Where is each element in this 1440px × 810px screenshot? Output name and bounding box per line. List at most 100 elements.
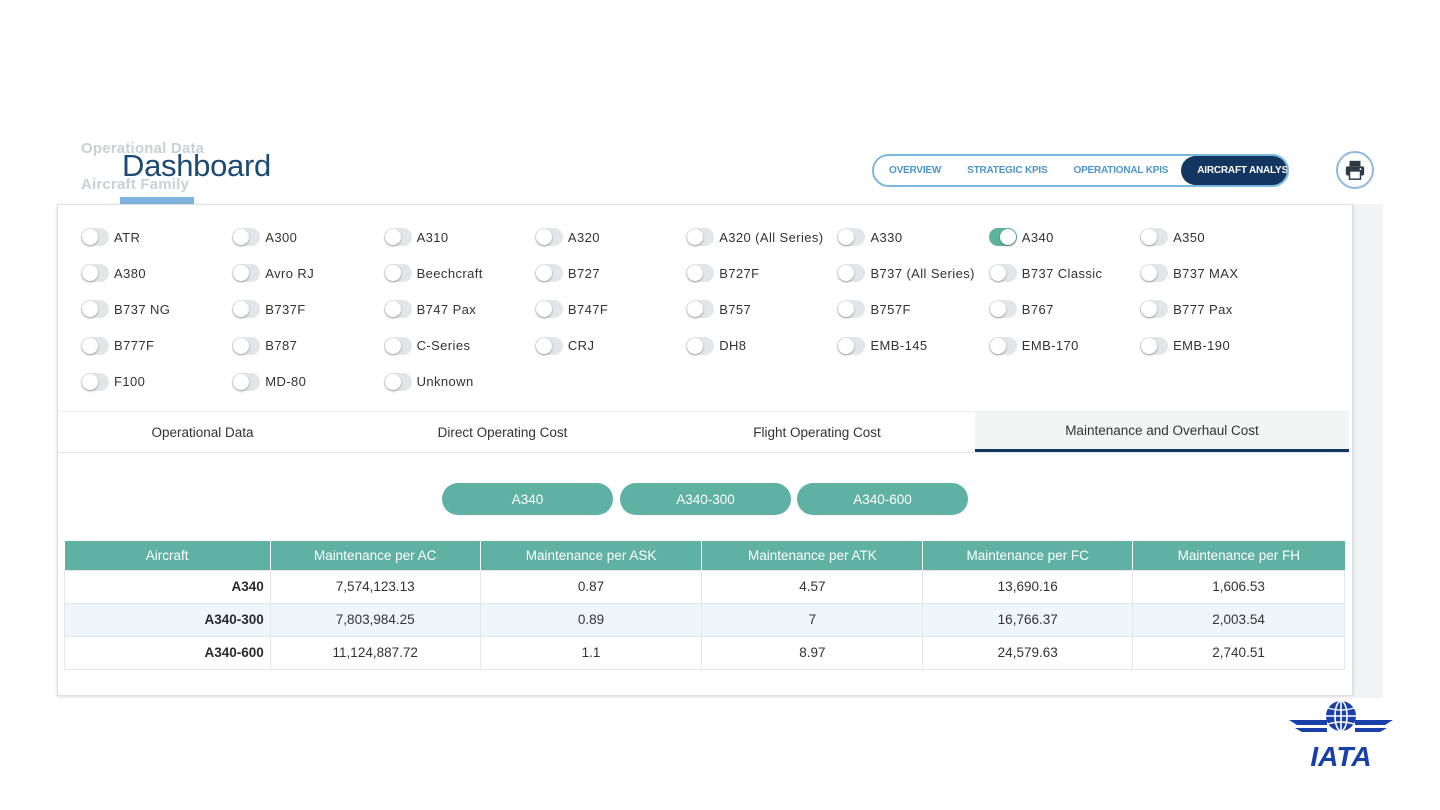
toggle-switch[interactable] [988, 264, 1017, 283]
toggle-switch[interactable] [837, 300, 866, 319]
aircraft-toggle-b767[interactable]: B767 [988, 300, 1140, 319]
column-header[interactable]: Maintenance per ATK [701, 541, 924, 570]
aircraft-toggle-b777f[interactable]: B777F [81, 336, 232, 355]
print-button[interactable] [1336, 151, 1374, 189]
toggle-switch[interactable] [686, 300, 715, 319]
toggle-switch[interactable] [837, 228, 866, 247]
column-header[interactable]: Maintenance per FC [922, 541, 1134, 570]
nav-overview[interactable]: OVERVIEW [874, 156, 954, 185]
scrollbar-track[interactable] [1353, 204, 1383, 698]
toggle-switch[interactable] [534, 336, 563, 355]
aircraft-toggle-b777-pax[interactable]: B777 Pax [1140, 300, 1291, 319]
nav-strategic-kpis[interactable]: STRATEGIC KPIS [954, 156, 1060, 185]
aircraft-toggle-a320-all-series[interactable]: A320 (All Series) [686, 228, 837, 247]
toggle-switch[interactable] [232, 300, 261, 319]
aircraft-toggle-a310[interactable]: A310 [383, 228, 535, 247]
nav-aircraft-analysis[interactable]: AIRCRAFT ANALYSIS [1181, 156, 1287, 185]
variant-button-a340[interactable]: A340 [442, 483, 613, 515]
aircraft-toggle-b737-ng[interactable]: B737 NG [81, 300, 232, 319]
toggle-switch[interactable] [1140, 264, 1169, 283]
toggle-switch[interactable] [383, 372, 412, 391]
aircraft-toggle-b747f[interactable]: B747F [534, 300, 686, 319]
toggle-switch[interactable] [988, 336, 1017, 355]
toggle-switch[interactable] [988, 228, 1017, 247]
aircraft-toggle-c-series[interactable]: C-Series [383, 336, 535, 355]
toggle-switch[interactable] [232, 264, 261, 283]
toggle-switch[interactable] [1140, 336, 1169, 355]
column-header[interactable]: Maintenance per AC [270, 541, 481, 570]
aircraft-toggle-dh8[interactable]: DH8 [686, 336, 837, 355]
aircraft-toggle-md-80[interactable]: MD-80 [232, 372, 383, 391]
aircraft-toggle-b787[interactable]: B787 [232, 336, 383, 355]
toggle-switch[interactable] [383, 264, 412, 283]
aircraft-toggle-b727f[interactable]: B727F [686, 264, 837, 283]
toggle-switch[interactable] [686, 264, 715, 283]
aircraft-toggle-emb-145[interactable]: EMB-145 [837, 336, 988, 355]
toggle-label: EMB-145 [870, 338, 928, 354]
toggle-switch[interactable] [383, 228, 412, 247]
column-header[interactable]: Maintenance per FH [1132, 541, 1345, 570]
toggle-switch[interactable] [686, 228, 715, 247]
aircraft-toggle-a350[interactable]: A350 [1140, 228, 1291, 247]
aircraft-toggle-avro-rj[interactable]: Avro RJ [232, 264, 383, 283]
aircraft-toggle-emb-190[interactable]: EMB-190 [1140, 336, 1291, 355]
toggle-switch[interactable] [81, 300, 109, 319]
toggle-switch[interactable] [988, 300, 1017, 319]
aircraft-toggle-unknown[interactable]: Unknown [383, 372, 535, 391]
toggle-label: F100 [114, 374, 146, 390]
aircraft-toggle-b757[interactable]: B757 [686, 300, 837, 319]
aircraft-toggle-b737f[interactable]: B737F [232, 300, 383, 319]
aircraft-toggle-a340[interactable]: A340 [988, 228, 1140, 247]
toggle-switch[interactable] [232, 336, 261, 355]
column-header[interactable]: Maintenance per ASK [480, 541, 703, 570]
toggle-switch[interactable] [232, 372, 261, 391]
toggle-switch[interactable] [837, 264, 866, 283]
tab-flight-operating-cost[interactable]: Flight Operating Cost [659, 412, 975, 452]
toggle-switch[interactable] [534, 300, 563, 319]
aircraft-toggle-a380[interactable]: A380 [81, 264, 232, 283]
toggle-switch[interactable] [837, 336, 866, 355]
table-cell: 24,579.63 [922, 635, 1134, 670]
tab-maintenance-overhaul-cost[interactable]: Maintenance and Overhaul Cost [975, 412, 1349, 452]
aircraft-toggle-a320[interactable]: A320 [534, 228, 686, 247]
aircraft-toggle-b737-max[interactable]: B737 MAX [1140, 264, 1291, 283]
toggle-label: CRJ [567, 338, 595, 354]
nav-operational-kpis[interactable]: OPERATIONAL KPIS [1060, 156, 1181, 185]
aircraft-toggle-beechcraft[interactable]: Beechcraft [383, 264, 535, 283]
aircraft-toggle-atr[interactable]: ATR [81, 228, 232, 247]
toggle-label: B757 [719, 301, 752, 317]
aircraft-toggle-b737-all-series[interactable]: B737 (All Series) [837, 264, 988, 283]
toggle-switch[interactable] [232, 228, 261, 247]
aircraft-toggle-b737-classic[interactable]: B737 Classic [988, 264, 1140, 283]
variant-button-a340-600[interactable]: A340-600 [797, 483, 968, 515]
aircraft-toggle-f100[interactable]: F100 [81, 372, 232, 391]
toggle-switch[interactable] [534, 228, 563, 247]
toggle-label: EMB-170 [1021, 338, 1079, 354]
toggle-switch[interactable] [534, 264, 563, 283]
column-header[interactable]: Aircraft [64, 541, 271, 570]
tab-direct-operating-cost[interactable]: Direct Operating Cost [346, 412, 659, 452]
tab-operational-data[interactable]: Operational Data [59, 412, 346, 452]
aircraft-toggle-emb-170[interactable]: EMB-170 [988, 336, 1140, 355]
toggle-switch[interactable] [81, 372, 109, 391]
aircraft-toggle-a300[interactable]: A300 [232, 228, 383, 247]
toggle-label: A350 [1173, 229, 1206, 245]
toggle-label: B727 [567, 265, 600, 281]
toggle-switch[interactable] [1140, 300, 1169, 319]
toggle-switch[interactable] [1140, 228, 1169, 247]
toggle-switch[interactable] [686, 336, 715, 355]
toggle-switch[interactable] [383, 300, 412, 319]
aircraft-toggle-b747-pax[interactable]: B747 Pax [383, 300, 535, 319]
iata-logo-text: IATA [1310, 741, 1371, 770]
aircraft-toggle-crj[interactable]: CRJ [534, 336, 686, 355]
aircraft-toggle-b757f[interactable]: B757F [837, 300, 988, 319]
toggle-label: A380 [114, 265, 146, 281]
aircraft-toggle-b727[interactable]: B727 [534, 264, 686, 283]
aircraft-toggle-a330[interactable]: A330 [837, 228, 988, 247]
toggle-switch[interactable] [81, 264, 109, 283]
toggle-switch[interactable] [81, 228, 109, 247]
toggle-label: MD-80 [265, 374, 307, 390]
variant-button-a340-300[interactable]: A340-300 [620, 483, 791, 515]
toggle-switch[interactable] [383, 336, 412, 355]
toggle-switch[interactable] [81, 336, 109, 355]
